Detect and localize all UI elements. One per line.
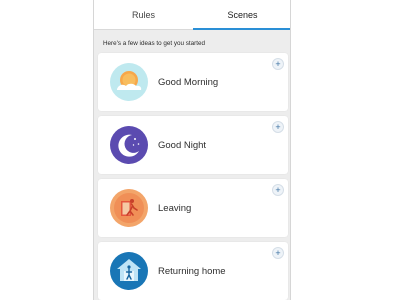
- add-scene-button[interactable]: +: [272, 121, 284, 133]
- scene-card-leaving[interactable]: Leaving +: [98, 179, 288, 237]
- tab-scenes[interactable]: Scenes: [193, 0, 290, 30]
- tab-rules[interactable]: Rules: [94, 0, 193, 29]
- scenes-panel: Rules Scenes Here's a few ideas to get y…: [93, 0, 291, 300]
- add-scene-button[interactable]: +: [272, 184, 284, 196]
- home-icon: [110, 252, 148, 290]
- scene-card-returning-home[interactable]: Returning home +: [98, 242, 288, 300]
- sunrise-icon: [110, 63, 148, 101]
- hint-text: Here's a few ideas to get you started: [103, 40, 206, 47]
- scene-label: Good Morning: [158, 76, 219, 88]
- scene-label: Leaving: [158, 202, 192, 214]
- add-scene-button[interactable]: +: [272, 58, 284, 70]
- add-scene-button[interactable]: +: [272, 247, 284, 259]
- moon-stars-icon: [110, 126, 148, 164]
- tab-bar: Rules Scenes: [94, 0, 290, 30]
- scene-label: Good Night: [158, 139, 207, 151]
- scene-label: Returning home: [158, 265, 226, 277]
- scene-card-good-night[interactable]: Good Night +: [98, 116, 288, 174]
- scene-card-good-morning[interactable]: Good Morning +: [98, 53, 288, 111]
- person-leaving-icon: [110, 189, 148, 227]
